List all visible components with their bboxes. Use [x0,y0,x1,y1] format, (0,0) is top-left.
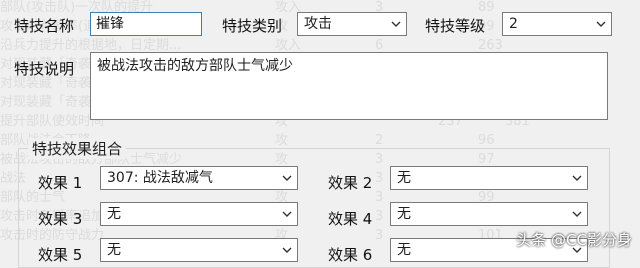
effect-5-select[interactable]: 无 [100,238,298,262]
effect-4-value: 无 [397,206,411,222]
type-select[interactable]: 攻击 [297,12,407,36]
effect-3-value: 无 [107,206,121,222]
type-value: 攻击 [304,16,332,32]
effect-5-value: 无 [107,242,121,258]
chevron-down-icon [282,247,292,253]
type-label: 特技类别 [222,17,283,35]
desc-label: 特技说明 [14,60,75,78]
effects-group-title: 特技效果组合 [28,138,127,159]
effect-2-value: 无 [397,170,411,186]
chevron-down-icon [596,21,606,27]
level-label: 特技等级 [425,17,486,35]
effect-2-select[interactable]: 无 [390,166,588,190]
chevron-down-icon [572,175,582,181]
desc-textarea[interactable]: 被战法攻击的敌方部队士气减少 [90,52,608,120]
effect-4-label: 效果 4 [328,210,373,228]
effect-1-select[interactable]: 307: 战法敌减气 [100,166,298,190]
effect-5-label: 效果 5 [38,246,83,264]
name-value: 摧锋 [96,16,124,32]
chevron-down-icon [572,211,582,217]
effect-3-select[interactable]: 无 [100,202,298,226]
effect-1-value: 307: 战法敌减气 [107,170,213,186]
chevron-down-icon [391,21,401,27]
chevron-down-icon [282,211,292,217]
name-label: 特技名称 [14,17,75,35]
watermark: 头条 @CC影分身 [516,231,632,249]
effect-2-label: 效果 2 [328,174,373,192]
effect-6-value: 无 [397,242,411,258]
effect-6-label: 效果 6 [328,246,373,264]
name-field[interactable]: 摧锋 [90,12,202,36]
chevron-down-icon [282,175,292,181]
level-value: 2 [509,16,518,32]
effect-3-label: 效果 3 [38,210,83,228]
level-select[interactable]: 2 [502,12,612,36]
effect-4-select[interactable]: 无 [390,202,588,226]
desc-value: 被战法攻击的敌方部队士气减少 [97,58,293,74]
effect-1-label: 效果 1 [38,174,83,192]
